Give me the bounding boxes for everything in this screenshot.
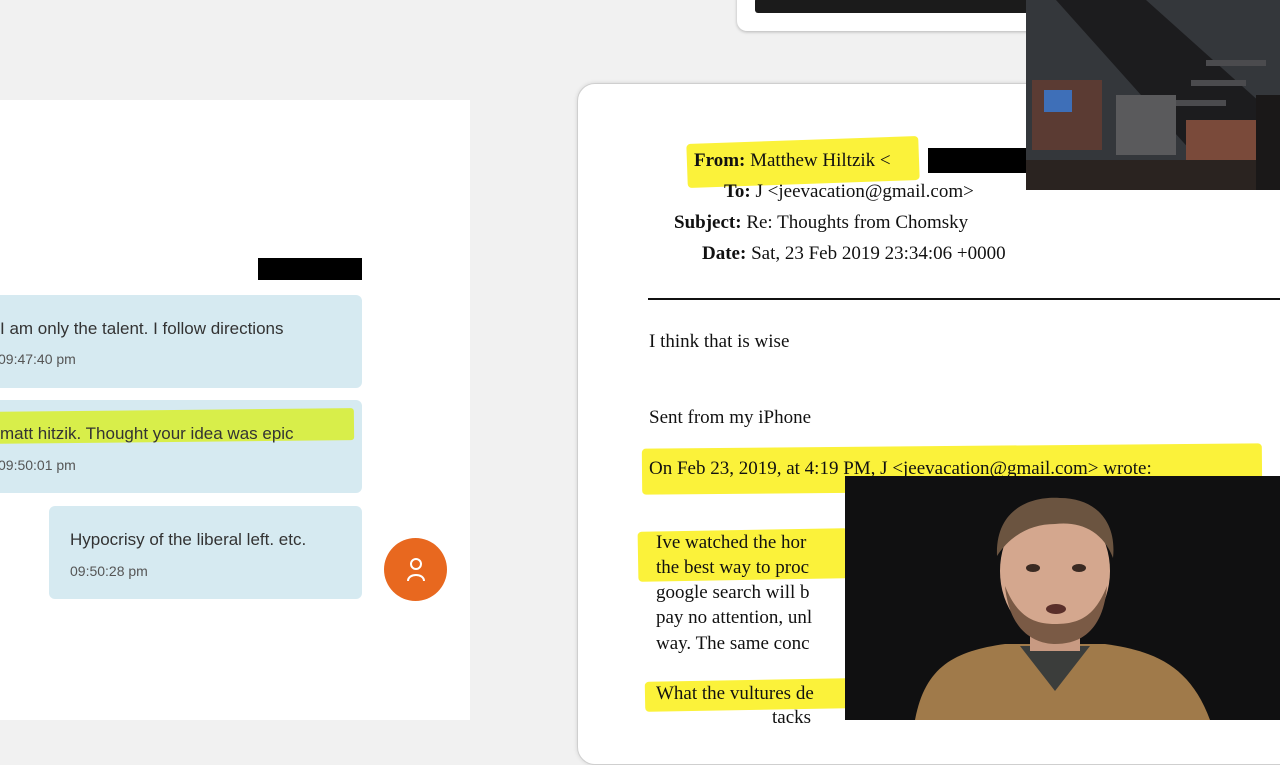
person-icon xyxy=(406,557,425,581)
email-redaction-bar xyxy=(928,148,1028,173)
room-scene xyxy=(1026,0,1280,190)
email-subject-line: Subject: Re: Thoughts from Chomsky xyxy=(674,212,968,234)
chat-bubble-1: I am only the talent. I follow direction… xyxy=(0,295,362,388)
email-to-line: To: J <jeevacation@gmail.com> xyxy=(724,181,974,203)
top-thumbnail-card xyxy=(737,0,1037,31)
email-body-line: google search will b xyxy=(656,582,810,603)
to-label: To: xyxy=(724,181,751,202)
email-body-line: What the vultures de xyxy=(656,683,814,704)
thumbnail-dark-strip xyxy=(755,0,1035,13)
email-body-line: pay no attention, unl xyxy=(656,607,813,628)
message-text: matt hitzik. Thought your idea was epic xyxy=(0,424,294,443)
subject-label: Subject: xyxy=(674,212,742,233)
email-body-line: Sent from my iPhone xyxy=(649,407,812,428)
email-body-line: I think that is wise xyxy=(649,331,790,352)
date-value: Sat, 23 Feb 2019 23:34:06 +0000 xyxy=(751,243,1006,264)
message-time: 09:47:40 pm xyxy=(0,351,76,367)
presenter-camera-feed xyxy=(845,476,1280,720)
message-text: Hypocrisy of the liberal left. etc. xyxy=(70,530,307,549)
from-label: From: xyxy=(694,150,746,171)
chat-bubble-3: Hypocrisy of the liberal left. etc. 09:5… xyxy=(49,506,362,599)
subject-value: Re: Thoughts from Chomsky xyxy=(746,212,969,233)
email-body-line: way. The same conc xyxy=(656,633,810,654)
email-from-line: From: Matthew Hiltzik < xyxy=(694,150,891,172)
message-text: I am only the talent. I follow direction… xyxy=(0,319,284,338)
presenter-figure xyxy=(845,476,1280,720)
message-time: 09:50:01 pm xyxy=(0,457,76,473)
chat-bubble-2: matt hitzik. Thought your idea was epic … xyxy=(0,400,362,493)
email-body-line: the best way to proc xyxy=(656,557,810,578)
date-label: Date: xyxy=(702,243,747,264)
email-body-line: Ive watched the hor xyxy=(656,532,807,553)
email-body-line: tacks xyxy=(772,707,812,728)
email-date-line: Date: Sat, 23 Feb 2019 23:34:06 +0000 xyxy=(702,243,1006,265)
from-value: Matthew Hiltzik < xyxy=(750,150,891,171)
message-time: 09:50:28 pm xyxy=(70,563,148,579)
sender-avatar[interactable] xyxy=(384,538,447,601)
header-divider xyxy=(648,298,1280,300)
room-camera-feed xyxy=(1026,0,1280,190)
chat-redaction-bar xyxy=(258,258,362,280)
to-value: J <jeevacation@gmail.com> xyxy=(755,181,974,202)
